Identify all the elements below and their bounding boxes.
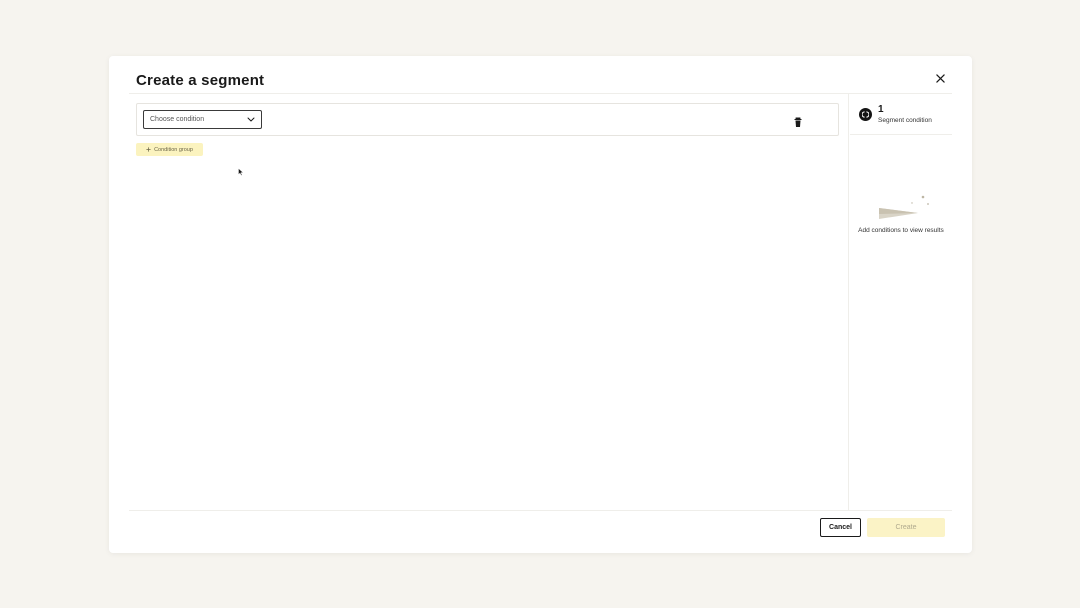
close-button[interactable]	[932, 70, 948, 86]
condition-select[interactable]: Choose condition	[143, 110, 262, 129]
segment-summary: 1 Segment condition	[850, 94, 952, 135]
empty-state-illustration	[878, 194, 933, 225]
create-button[interactable]: Create	[867, 518, 945, 537]
chevron-down-icon	[247, 117, 255, 122]
conditions-pane: Choose condition Condition group	[129, 94, 849, 510]
close-icon	[935, 73, 945, 83]
modal-title: Create a segment	[136, 72, 265, 89]
modal-body: Choose condition Condition group 1 Segme…	[129, 94, 952, 510]
cancel-button[interactable]: Cancel	[820, 518, 861, 537]
delete-condition-button[interactable]	[793, 115, 803, 127]
segment-condition-label: Segment condition	[878, 117, 932, 124]
condition-row: Choose condition	[136, 103, 839, 136]
condition-select-placeholder: Choose condition	[150, 116, 205, 123]
trash-icon	[794, 117, 802, 127]
segment-condition-count: 1	[878, 104, 884, 115]
add-condition-group-label: Condition group	[154, 146, 193, 153]
mouse-pointer-icon	[238, 163, 244, 181]
plus-icon	[146, 147, 151, 152]
results-pane: 1 Segment condition Add conditions to vi…	[850, 94, 952, 510]
footer-divider	[129, 510, 952, 511]
add-condition-group-button[interactable]: Condition group	[136, 143, 203, 156]
create-segment-modal: Create a segment Choose condition Condit…	[109, 56, 972, 553]
segment-icon	[859, 108, 872, 121]
empty-state-text: Add conditions to view results	[858, 227, 944, 234]
